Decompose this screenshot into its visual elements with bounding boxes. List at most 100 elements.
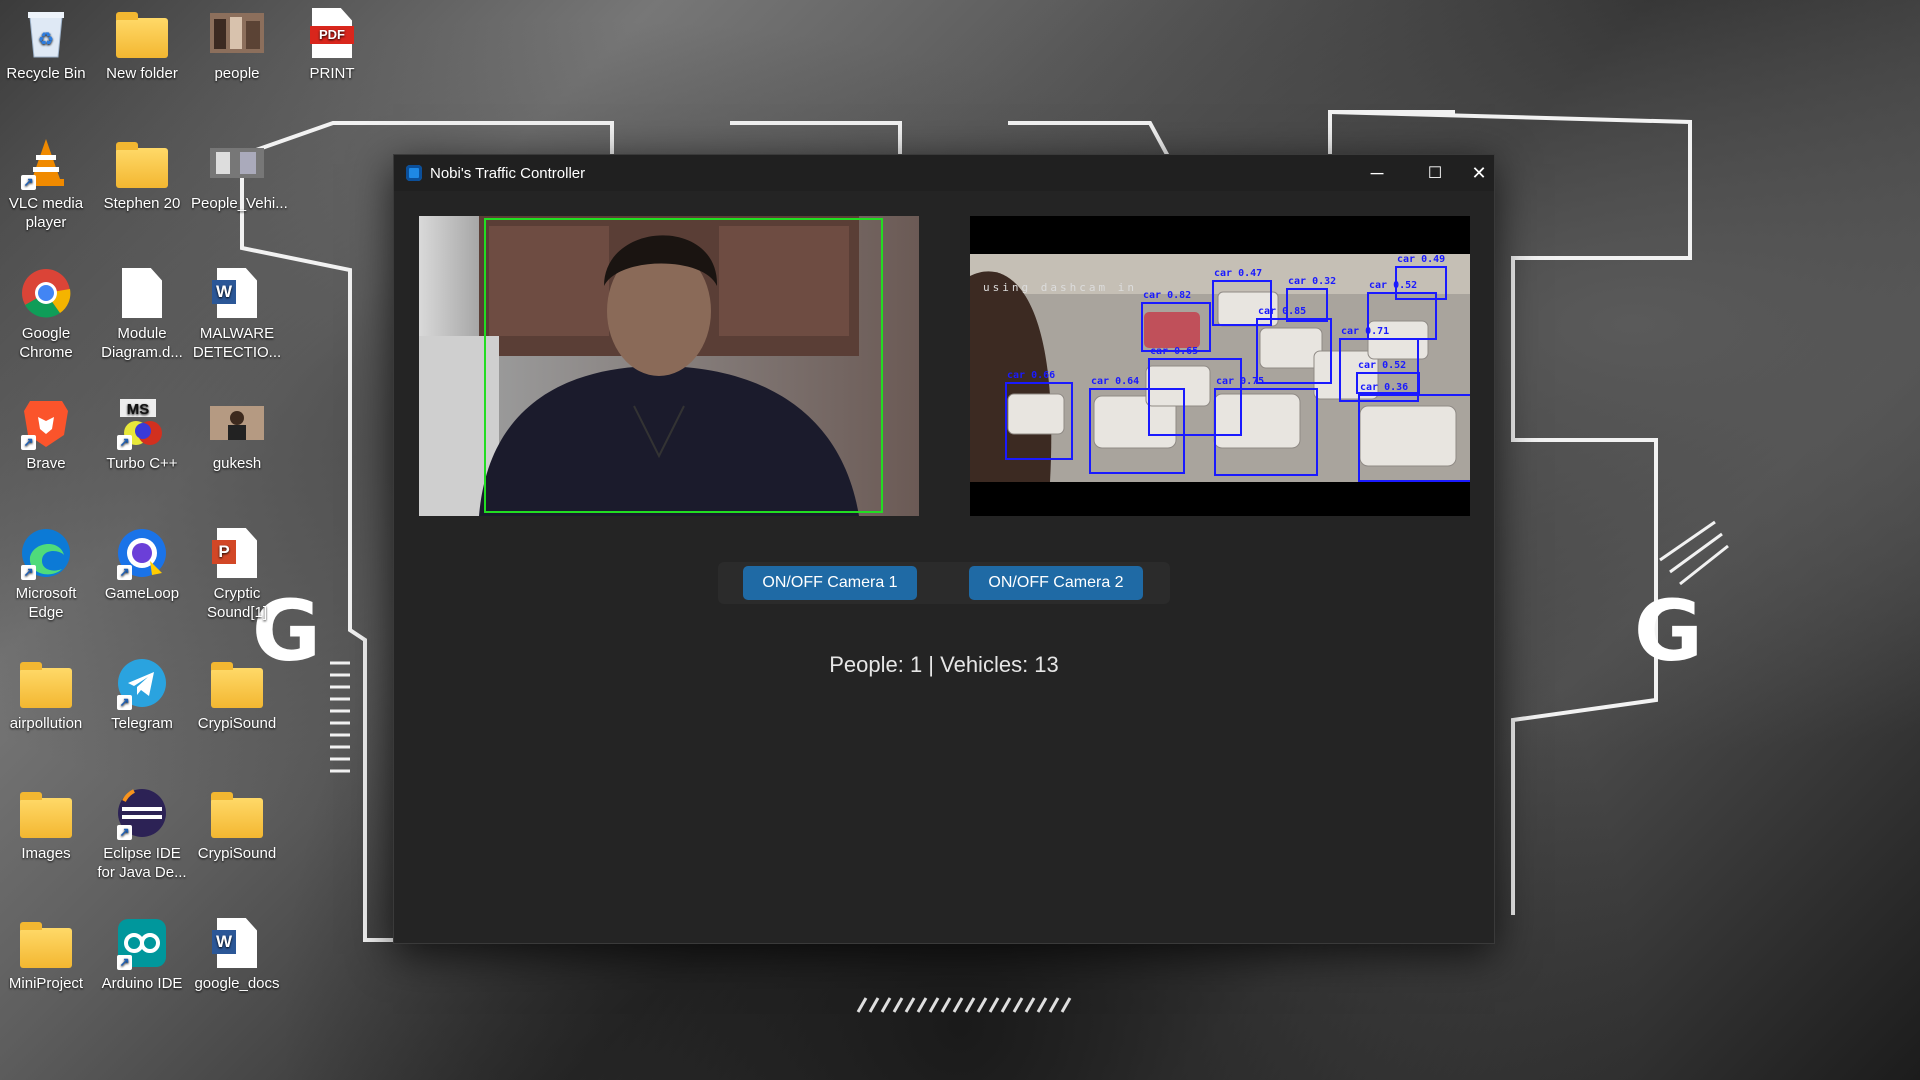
folder-icon: [19, 656, 73, 710]
shortcut-arrow-icon: ↗: [21, 565, 36, 580]
image-icon: [210, 396, 264, 450]
icon-label: CrypiSound: [197, 845, 277, 862]
desktop-icon-miniproject[interactable]: MiniProject: [0, 916, 92, 993]
desktop-icon-gameloop[interactable]: ↗ GameLoop: [96, 526, 188, 603]
icon-label: Microsoft Edge: [15, 585, 77, 621]
desktop-icon-cryptic-sound[interactable]: P Cryptic Sound[1]: [191, 526, 283, 622]
shortcut-arrow-icon: ↗: [21, 175, 36, 190]
icon-label: GameLoop: [104, 585, 180, 602]
shortcut-arrow-icon: ↗: [117, 695, 132, 710]
desktop-icon-module-diagram[interactable]: Module Diagram.d...: [96, 266, 188, 362]
desktop-icon-vlc[interactable]: ↗ VLC media player: [0, 136, 92, 232]
svg-text:♻: ♻: [38, 29, 54, 49]
icon-label: PRINT: [309, 65, 355, 82]
desktop-icon-stephen-20[interactable]: Stephen 20: [96, 136, 188, 213]
vehicle-detection-label: car 0.75: [1216, 376, 1265, 387]
desktop-icon-arduino-ide[interactable]: ↗ Arduino IDE: [96, 916, 188, 993]
folder-icon: [210, 786, 264, 840]
camera-1-feed: [419, 216, 919, 516]
vlc-icon: ↗: [19, 136, 73, 190]
word-icon: W: [210, 916, 264, 970]
minimize-button[interactable]: ─: [1348, 155, 1406, 191]
vehicle-detection-label: car 0.47: [1214, 268, 1263, 279]
maximize-button[interactable]: ☐: [1406, 155, 1464, 191]
icon-label: Telegram: [111, 715, 173, 732]
toggle-camera-2-button[interactable]: ON/OFF Camera 2: [969, 566, 1143, 600]
desktop-icon-print-pdf[interactable]: PDF PRINT: [286, 6, 378, 83]
desktop-icon-google-docs[interactable]: W google_docs: [191, 916, 283, 993]
icon-label: CrypiSound: [197, 715, 277, 732]
desktop-icon-crypisound-zip[interactable]: CrypiSound: [191, 656, 283, 733]
document-icon: [115, 266, 169, 320]
vehicle-detection-box: car 0.85: [1256, 306, 1332, 384]
close-button[interactable]: ✕: [1464, 155, 1494, 191]
icon-label: People_Vehi...: [191, 195, 288, 212]
desktop-icon-crypisound[interactable]: CrypiSound: [191, 786, 283, 863]
powerpoint-badge: P: [212, 540, 236, 564]
vehicle-detection-box: car 0.66: [1005, 370, 1073, 460]
desktop: G G ♻ Recycle Bin ↗ VLC media player Goo…: [0, 0, 1920, 1080]
desktop-icon-people-vehi[interactable]: People_Vehi...: [191, 136, 288, 213]
shortcut-arrow-icon: ↗: [117, 825, 132, 840]
vehicle-detection-label: car 0.71: [1341, 326, 1390, 337]
camera-2-feed: using dashcam in car 0.47 car 0.32 car 0.4…: [970, 216, 1470, 516]
desktop-icon-telegram[interactable]: ↗ Telegram: [96, 656, 188, 733]
edge-icon: ↗: [19, 526, 73, 580]
vehicle-detection-label: car 0.64: [1091, 376, 1140, 387]
recycle-bin-icon: ♻: [19, 6, 73, 60]
eclipse-icon: ↗: [115, 786, 169, 840]
traffic-controller-window: Nobi's Traffic Controller ─ ☐ ✕ using da…: [393, 154, 1495, 944]
desktop-icon-gukesh[interactable]: gukesh: [191, 396, 283, 473]
vehicle-detection-label: car 0.52: [1369, 280, 1418, 291]
vehicle-detection-label: car 0.82: [1143, 290, 1192, 301]
word-badge: W: [212, 280, 236, 304]
desktop-icon-malware-detection[interactable]: W MALWARE DETECTIO...: [191, 266, 283, 362]
shortcut-arrow-icon: ↗: [117, 435, 132, 450]
minimize-icon: ─: [1370, 162, 1384, 183]
vehicle-detection-box: car 0.36: [1358, 382, 1470, 482]
desktop-icon-recycle-bin[interactable]: ♻ Recycle Bin: [0, 6, 92, 83]
folder-icon: [115, 6, 169, 60]
desktop-icon-google-chrome[interactable]: Google Chrome: [0, 266, 92, 362]
toggle-camera-1-button[interactable]: ON/OFF Camera 1: [743, 566, 917, 600]
icon-label: Brave: [26, 455, 66, 472]
icon-label: Turbo C++: [106, 455, 178, 472]
icon-label: Eclipse IDE for Java De...: [97, 845, 187, 881]
title-bar[interactable]: Nobi's Traffic Controller: [394, 155, 1494, 191]
pdf-badge: PDF: [310, 26, 354, 44]
icon-label: MiniProject: [8, 975, 84, 992]
vehicle-detection-box: car 0.52: [1356, 360, 1420, 394]
vehicle-detection-label: car 0.49: [1397, 254, 1446, 265]
shortcut-arrow-icon: ↗: [117, 565, 132, 580]
desktop-icon-images[interactable]: Images: [0, 786, 92, 863]
gameloop-icon: ↗: [115, 526, 169, 580]
brave-icon: ↗: [19, 396, 73, 450]
chrome-icon: [19, 266, 73, 320]
vehicle-detection-label: car 0.32: [1288, 276, 1337, 287]
wallpaper-logo-right: G: [1634, 582, 1703, 680]
desktop-icon-brave[interactable]: ↗ Brave: [0, 396, 92, 473]
vehicle-detection-box: car 0.75: [1214, 376, 1318, 476]
window-title: Nobi's Traffic Controller: [430, 164, 586, 182]
vehicle-detection-label: car 0.66: [1007, 370, 1056, 381]
turbo-cpp-icon: MS ↗: [115, 396, 169, 450]
folder-icon: [210, 656, 264, 710]
vehicle-detection-box: car 0.82: [1141, 290, 1211, 352]
desktop-icon-turbo-cpp[interactable]: MS ↗ Turbo C++: [96, 396, 188, 473]
turbo-cpp-badge: MS: [127, 401, 150, 418]
desktop-icon-new-folder[interactable]: New folder: [96, 6, 188, 83]
arduino-icon: ↗: [115, 916, 169, 970]
desktop-icon-microsoft-edge[interactable]: ↗ Microsoft Edge: [0, 526, 92, 622]
icon-label: Cryptic Sound[1]: [206, 585, 268, 621]
icon-label: Images: [21, 845, 71, 862]
folder-icon: [19, 786, 73, 840]
telegram-icon: ↗: [115, 656, 169, 710]
desktop-icon-airpollution[interactable]: airpollution: [0, 656, 92, 733]
detection-stats: People: 1 | Vehicles: 13: [829, 652, 1059, 677]
word-badge: W: [212, 930, 236, 954]
image-icon: [210, 136, 264, 190]
folder-icon: [115, 136, 169, 190]
desktop-icon-eclipse[interactable]: ↗ Eclipse IDE for Java De...: [96, 786, 188, 882]
desktop-icon-people[interactable]: people: [191, 6, 283, 83]
icon-label: New folder: [106, 65, 178, 82]
